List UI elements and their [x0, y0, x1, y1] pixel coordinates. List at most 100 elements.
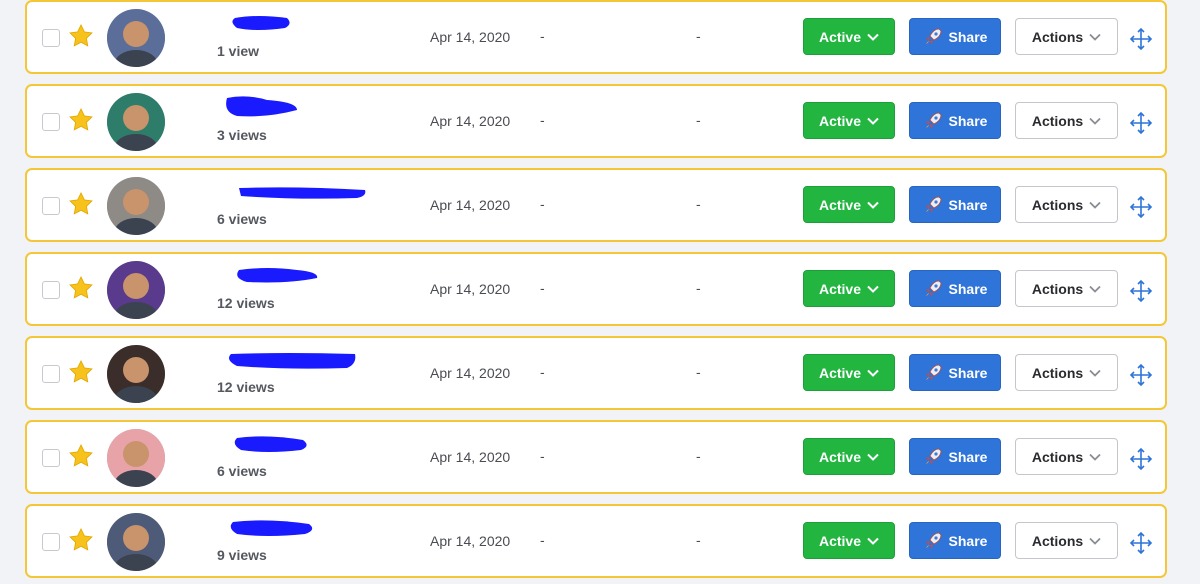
status-dropdown[interactable]: Active [803, 522, 895, 559]
actions-label: Actions [1031, 196, 1084, 213]
share-button[interactable]: Share [909, 186, 1001, 223]
actions-label: Actions [1031, 28, 1084, 45]
avatar[interactable] [107, 429, 165, 487]
select-checkbox[interactable] [42, 365, 60, 383]
star-icon[interactable] [68, 359, 94, 385]
view-count: 6 views [217, 463, 267, 479]
empty-field-2: - [696, 280, 701, 296]
status-dropdown[interactable]: Active [803, 270, 895, 307]
chevron-down-icon [1089, 369, 1101, 377]
select-checkbox[interactable] [42, 533, 60, 551]
move-arrows-icon[interactable] [1129, 531, 1153, 555]
share-label: Share [948, 280, 988, 297]
rocket-icon [925, 532, 941, 548]
view-count: 6 views [217, 211, 267, 227]
redacted-name [232, 16, 290, 30]
status-dropdown[interactable]: Active [803, 438, 895, 475]
assignment-row: 12 views Apr 14, 2020 - - Active Share Actions [25, 336, 1167, 410]
star-icon[interactable] [68, 23, 94, 49]
actions-label: Actions [1031, 448, 1084, 465]
view-count: 12 views [217, 295, 275, 311]
status-dropdown[interactable]: Active [803, 354, 895, 391]
assignment-row: 12 views Apr 14, 2020 - - Active Share Actions [25, 252, 1167, 326]
avatar[interactable] [107, 177, 165, 235]
star-icon[interactable] [68, 527, 94, 553]
date-text: Apr 14, 2020 [430, 365, 511, 381]
empty-field-2: - [696, 364, 701, 380]
move-arrows-icon[interactable] [1129, 363, 1153, 387]
share-button[interactable]: Share [909, 354, 1001, 391]
share-button[interactable]: Share [909, 18, 1001, 55]
status-dropdown[interactable]: Active [803, 18, 895, 55]
assignment-row: 3 views Apr 14, 2020 - - Active Share Actions [25, 84, 1167, 158]
assignment-list: 1 view Apr 14, 2020 - - Active Share Actions 3 … [0, 0, 1200, 584]
view-count: 9 views [217, 547, 267, 563]
actions-dropdown[interactable]: Actions [1015, 438, 1118, 475]
actions-dropdown[interactable]: Actions [1015, 522, 1118, 559]
avatar[interactable] [107, 513, 165, 571]
actions-dropdown[interactable]: Actions [1015, 354, 1118, 391]
redacted-name [230, 520, 313, 536]
chevron-down-icon [1089, 453, 1101, 461]
move-arrows-icon[interactable] [1129, 447, 1153, 471]
status-dropdown[interactable]: Active [803, 102, 895, 139]
move-arrows-icon[interactable] [1129, 195, 1153, 219]
assignment-row: 6 views Apr 14, 2020 - - Active Share Actions [25, 168, 1167, 242]
chevron-down-icon [867, 33, 879, 41]
empty-field-2: - [696, 448, 701, 464]
actions-dropdown[interactable]: Actions [1015, 270, 1118, 307]
actions-label: Actions [1031, 112, 1084, 129]
assignment-row: 9 views Apr 14, 2020 - - Active Share Actions [25, 504, 1167, 578]
star-icon[interactable] [68, 107, 94, 133]
date-text: Apr 14, 2020 [430, 533, 511, 549]
rocket-icon [925, 448, 941, 464]
view-count: 3 views [217, 127, 267, 143]
empty-field-1: - [540, 532, 545, 548]
assignment-row: 6 views Apr 14, 2020 - - Active Share Actions [25, 420, 1167, 494]
share-label: Share [948, 196, 988, 213]
empty-field-2: - [696, 196, 701, 212]
date-text: Apr 14, 2020 [430, 113, 511, 129]
view-count: 1 view [217, 43, 260, 59]
redacted-name [226, 96, 297, 117]
chevron-down-icon [1089, 33, 1101, 41]
date-text: Apr 14, 2020 [430, 449, 511, 465]
move-arrows-icon[interactable] [1129, 279, 1153, 303]
star-icon[interactable] [68, 191, 94, 217]
avatar[interactable] [107, 9, 165, 67]
status-label: Active [818, 364, 862, 381]
move-arrows-icon[interactable] [1129, 27, 1153, 51]
chevron-down-icon [867, 369, 879, 377]
share-button[interactable]: Share [909, 102, 1001, 139]
actions-dropdown[interactable]: Actions [1015, 18, 1118, 55]
share-label: Share [948, 532, 988, 549]
actions-dropdown[interactable]: Actions [1015, 102, 1118, 139]
actions-label: Actions [1031, 280, 1084, 297]
star-icon[interactable] [68, 275, 94, 301]
status-dropdown[interactable]: Active [803, 186, 895, 223]
empty-field-1: - [540, 448, 545, 464]
assignment-row: 1 view Apr 14, 2020 - - Active Share Actions [25, 0, 1167, 74]
star-icon[interactable] [68, 443, 94, 469]
share-button[interactable]: Share [909, 438, 1001, 475]
share-button[interactable]: Share [909, 522, 1001, 559]
status-label: Active [818, 280, 862, 297]
select-checkbox[interactable] [42, 29, 60, 47]
select-checkbox[interactable] [42, 449, 60, 467]
select-checkbox[interactable] [42, 197, 60, 215]
chevron-down-icon [1089, 285, 1101, 293]
date-text: Apr 14, 2020 [430, 29, 511, 45]
select-checkbox[interactable] [42, 281, 60, 299]
empty-field-1: - [540, 196, 545, 212]
select-checkbox[interactable] [42, 113, 60, 131]
share-button[interactable]: Share [909, 270, 1001, 307]
actions-dropdown[interactable]: Actions [1015, 186, 1118, 223]
avatar[interactable] [107, 345, 165, 403]
empty-field-1: - [540, 112, 545, 128]
redacted-name [234, 436, 307, 452]
chevron-down-icon [867, 453, 879, 461]
move-arrows-icon[interactable] [1129, 111, 1153, 135]
share-label: Share [948, 448, 988, 465]
avatar[interactable] [107, 261, 165, 319]
avatar[interactable] [107, 93, 165, 151]
